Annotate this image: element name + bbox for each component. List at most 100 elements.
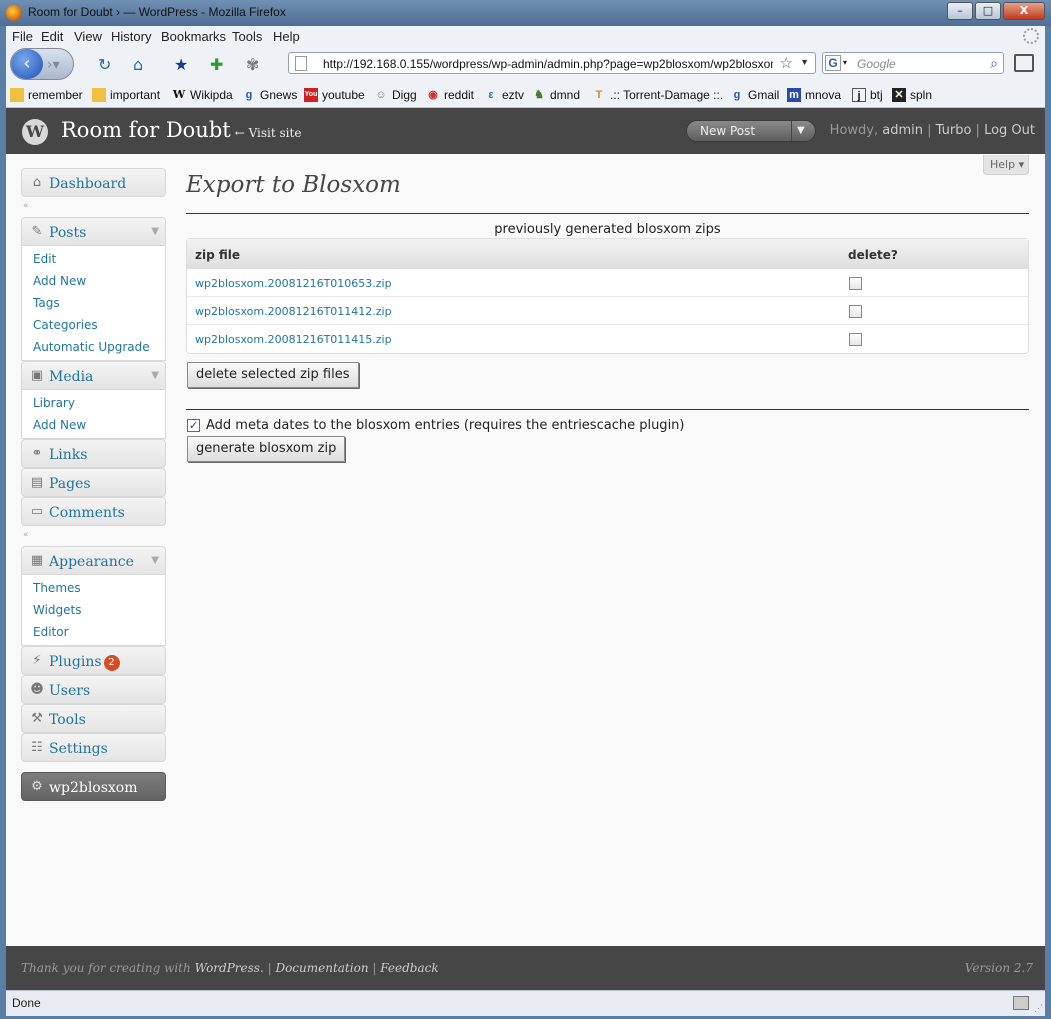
divider (186, 213, 1029, 214)
menu-help[interactable]: Help (273, 29, 300, 44)
bookmark-youtube[interactable]: You youtube (304, 88, 365, 102)
home-icon[interactable]: ⌂ (133, 55, 143, 74)
google-engine-icon[interactable]: G (825, 55, 841, 71)
bookmark-digg[interactable]: ☺ Digg (374, 88, 416, 102)
bookmark-mnova[interactable]: m mnova (787, 88, 841, 102)
menu-settings[interactable]: ☷ Settings (21, 733, 166, 762)
menu-separator[interactable]: « (21, 526, 166, 546)
bookmark-remember[interactable]: remember (10, 88, 83, 102)
submenu-add-new-media[interactable]: Add New (22, 414, 165, 436)
help-tab[interactable]: Help ▾ (983, 155, 1029, 175)
bookmark-torrent-damage[interactable]: T.:: Torrent-Damage ::. (592, 88, 724, 102)
zip-file-link[interactable]: wp2blosxom.20081216T011415.zip (195, 333, 392, 346)
menu-users[interactable]: ☻ Users (21, 675, 166, 704)
menu-view[interactable]: View (74, 29, 102, 44)
chevron-down-icon[interactable]: ▼ (797, 125, 805, 136)
search-input[interactable]: Google (857, 57, 896, 71)
menu-pages[interactable]: ▤ Pages (21, 468, 166, 497)
zip-file-link[interactable]: wp2blosxom.20081216T010653.zip (195, 277, 392, 290)
delete-checkbox[interactable] (849, 277, 862, 290)
delete-zips-button[interactable]: delete selected zip files (187, 362, 359, 388)
delete-checkbox[interactable] (849, 333, 862, 346)
url-text[interactable]: http://192.168.0.155/wordpress/wp-admin/… (323, 57, 773, 71)
submenu-library[interactable]: Library (22, 392, 165, 414)
new-post-button[interactable]: New Post ▼ (686, 120, 816, 142)
menu-posts[interactable]: ✎ Posts ▼ (21, 217, 166, 246)
search-icon[interactable]: ⌕ (990, 55, 998, 72)
visit-site-link[interactable]: ← Visit site (235, 126, 302, 140)
turbo-link[interactable]: Turbo (936, 123, 972, 138)
bookmark-btj[interactable]: j btj (852, 88, 883, 102)
menu-tools[interactable]: ⚒ Tools (21, 704, 166, 733)
bookmark-gmail[interactable]: g Gmail (730, 88, 780, 102)
google-icon: g (733, 89, 741, 101)
user-profile-link[interactable]: admin (882, 123, 923, 138)
submenu-edit[interactable]: Edit (22, 248, 165, 270)
feedback-link[interactable]: Feedback (380, 961, 438, 975)
menu-history[interactable]: History (111, 29, 151, 44)
bookmark-wikipda[interactable]: W Wikipda (172, 88, 233, 102)
submenu-widgets[interactable]: Widgets (22, 599, 165, 621)
menu-edit[interactable]: Edit (41, 29, 63, 44)
back-button[interactable]: ‹ (11, 49, 43, 79)
bookmark-star-outline-icon[interactable]: ☆ (780, 54, 793, 72)
chevron-down-icon[interactable]: ▼ (151, 370, 159, 381)
bookmark-star-icon[interactable]: ★ (174, 55, 188, 74)
url-dropdown-icon[interactable]: ▼ (800, 57, 809, 67)
menu-file[interactable]: File (12, 29, 33, 44)
windows-list-icon[interactable] (1014, 54, 1034, 72)
collapse-arrow-icon[interactable]: « (23, 530, 29, 540)
bookmark-gnews[interactable]: g Gnews (242, 88, 298, 102)
submenu-editor[interactable]: Editor (22, 621, 165, 643)
menu-separator[interactable]: « (21, 197, 166, 217)
menu-appearance[interactable]: ▦ Appearance ▼ (21, 546, 166, 575)
appearance-icon: ▦ (30, 553, 44, 568)
bookmark-eztv[interactable]: ε eztv (484, 88, 524, 102)
wikipedia-icon: W (172, 88, 186, 101)
menu-bookmarks[interactable]: Bookmarks (161, 29, 226, 44)
reload-icon[interactable]: ↻ (98, 55, 111, 74)
generate-zip-button[interactable]: generate blosxom zip (187, 436, 346, 462)
menu-links[interactable]: ⚭ Links (21, 439, 166, 468)
meta-dates-checkbox[interactable]: ✓ (187, 419, 200, 432)
dmnd-icon: ♞ (534, 89, 544, 101)
submenu-themes[interactable]: Themes (22, 577, 165, 599)
menu-comments[interactable]: ▭ Comments (21, 497, 166, 526)
zip-file-link[interactable]: wp2blosxom.20081216T011412.zip (195, 305, 392, 318)
zip-table: zip file delete? wp2blosxom.20081216T010… (186, 238, 1029, 354)
reddit-icon: ◉ (428, 89, 438, 101)
menu-tools[interactable]: Tools (232, 29, 262, 44)
collapse-arrow-icon[interactable]: « (23, 201, 29, 211)
bookmark-important[interactable]: important (92, 88, 160, 102)
search-box[interactable]: G ▾ Google ⌕ (822, 52, 1004, 74)
submenu-add-new-post[interactable]: Add New (22, 270, 165, 292)
menu-media[interactable]: ▣ Media ▼ (21, 361, 166, 390)
minimize-button[interactable]: – (947, 2, 973, 20)
bookmark-spln[interactable]: ✕ spln (892, 88, 932, 102)
submenu-automatic-upgrade[interactable]: Automatic Upgrade (22, 336, 165, 358)
add-tab-icon[interactable]: ✚ (210, 55, 223, 74)
engine-dropdown-icon[interactable]: ▾ (843, 58, 847, 67)
address-bar[interactable]: http://192.168.0.155/wordpress/wp-admin/… (288, 52, 816, 74)
bookmark-dmnd[interactable]: ♞ dmnd (532, 88, 580, 102)
window-controls: – □ X (947, 2, 1045, 20)
bookmark-reddit[interactable]: ◉ reddit (426, 88, 474, 102)
submenu-tags[interactable]: Tags (22, 292, 165, 314)
logout-link[interactable]: Log Out (984, 123, 1035, 138)
wordpress-link[interactable]: WordPress. (195, 961, 264, 975)
forward-button[interactable]: ›▾ (47, 57, 60, 73)
resize-grip-icon[interactable]: ⋰ (1034, 1003, 1043, 1014)
maximize-button[interactable]: □ (975, 2, 1001, 20)
submenu-categories[interactable]: Categories (22, 314, 165, 336)
documentation-link[interactable]: Documentation (275, 961, 368, 975)
chevron-down-icon[interactable]: ▼ (151, 226, 159, 237)
table-caption: previously generated blosxom zips (494, 222, 721, 237)
menu-dashboard[interactable]: ⌂ Dashboard (21, 168, 166, 197)
close-button[interactable]: X (1003, 2, 1045, 20)
delete-checkbox[interactable] (849, 305, 862, 318)
extension-icon[interactable]: ✾ (246, 55, 259, 74)
menu-wp2blosxom[interactable]: ⚙ wp2blosxom (21, 772, 166, 801)
chevron-down-icon[interactable]: ▼ (151, 555, 159, 566)
spln-icon: ✕ (892, 88, 906, 102)
menu-plugins[interactable]: ⚡ Plugins 2 (21, 646, 166, 675)
